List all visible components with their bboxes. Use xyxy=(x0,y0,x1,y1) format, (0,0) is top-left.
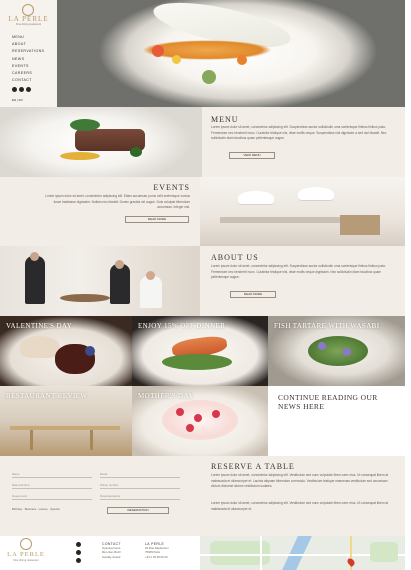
continue-reading-link[interactable]: CONTINUE READING OUR NEWS HERE xyxy=(278,393,398,411)
reserve-text-1: Lorem ipsum dolor sit amet, consectetur … xyxy=(211,473,389,489)
map-pin-icon[interactable] xyxy=(346,557,356,567)
footer-logo-emblem-icon xyxy=(20,538,32,550)
nav-item-contact[interactable]: CONTACT xyxy=(12,77,44,84)
tile-title: ENJOY 15% OFF DINNER xyxy=(138,322,226,330)
events-section: EVENTS Lorem ipsum dolor sit amet, conse… xyxy=(0,177,200,246)
footer-brand-tagline: Fine dining restaurant xyxy=(13,559,39,562)
instagram-icon[interactable] xyxy=(19,87,24,92)
footer-address: LA PERLE 24 Rue Daubenton 75005 Paris +3… xyxy=(145,542,168,559)
notes-field[interactable]: Notes/questions xyxy=(100,494,180,500)
footer-instagram-icon[interactable] xyxy=(76,550,81,555)
footer-contact-line: Sunday closed xyxy=(102,554,121,559)
news-tile-review[interactable]: RESTAURANT REVIEW xyxy=(0,386,132,456)
date-time-field[interactable]: Date and time xyxy=(12,483,92,489)
team-photo-image xyxy=(0,246,200,316)
name-field[interactable]: Name xyxy=(12,472,92,478)
nav-item-about[interactable]: ABOUT xyxy=(12,41,44,48)
view-menu-button[interactable]: VIEW MENU xyxy=(229,152,275,159)
main-nav: MENU ABOUT RESERVATIONS NEWS EVENTS CARE… xyxy=(12,34,44,84)
footer-contact: CONTACT Opening hours Mon-Sat 18-23 Sund… xyxy=(102,542,121,559)
tile-title: MOTHER'S DAY xyxy=(138,392,194,400)
menu-dish-image xyxy=(0,107,202,177)
tripadvisor-icon[interactable] xyxy=(26,87,31,92)
footer-address-line: +33 1 45 00 00 00 xyxy=(145,554,168,559)
occasion-radio-group[interactable]: Birthday · Business · Leisure · Special xyxy=(12,507,102,513)
phone-field[interactable]: Phone number xyxy=(100,483,180,489)
language-switcher[interactable]: EN | FR xyxy=(12,98,23,102)
news-tile-fish-tartare[interactable]: FISH TARTARE WITH WASABI xyxy=(268,316,405,386)
guest-count-field[interactable]: Guest count xyxy=(12,494,92,500)
events-text: Lorem ipsum dolor sit amet, consectetur … xyxy=(45,194,190,210)
events-read-more-button[interactable]: READ MORE xyxy=(125,216,189,223)
news-tile-valentines[interactable]: VALENTINE'S DAY xyxy=(0,316,132,386)
about-read-more-button[interactable]: READ MORE xyxy=(230,291,276,298)
about-section: ABOUT US Lorem ipsum dolor sit amet, con… xyxy=(200,246,405,316)
reservation-submit-button[interactable]: RESERVATION xyxy=(107,507,169,514)
events-interior-image xyxy=(200,177,405,246)
location-map[interactable] xyxy=(200,536,405,570)
nav-item-reservations[interactable]: RESERVATIONS xyxy=(12,48,44,55)
footer-tripadvisor-icon[interactable] xyxy=(76,558,81,563)
sidebar: LA PERLE Fine dining restaurant MENU ABO… xyxy=(0,0,57,107)
about-heading: ABOUT US xyxy=(211,253,259,262)
tile-title: RESTAURANT REVIEW xyxy=(6,392,88,400)
facebook-icon[interactable] xyxy=(12,87,17,92)
nav-item-careers[interactable]: CAREERS xyxy=(12,70,44,77)
footer-brand-name[interactable]: LA PERLE xyxy=(5,551,47,558)
reserve-text-2: Lorem ipsum dolor sit amet, consectetur … xyxy=(211,501,389,511)
footer-facebook-icon[interactable] xyxy=(76,542,81,547)
menu-text: Lorem ipsum dolor sit amet, consectetur … xyxy=(211,125,387,141)
brand-tagline: Fine dining restaurant xyxy=(15,23,42,26)
news-tile-discount[interactable]: ENJOY 15% OFF DINNER xyxy=(132,316,268,386)
tile-title: VALENTINE'S DAY xyxy=(6,322,73,330)
email-field[interactable]: Email xyxy=(100,472,180,478)
nav-item-menu[interactable]: MENU xyxy=(12,34,44,41)
menu-heading: MENU xyxy=(211,115,239,124)
footer-contact-line: Mon-Sat 18-23 xyxy=(102,550,121,555)
news-continue-tile[interactable]: CONTINUE READING OUR NEWS HERE xyxy=(268,386,405,456)
menu-section: MENU Lorem ipsum dolor sit amet, consect… xyxy=(202,107,405,177)
about-text: Lorem ipsum dolor sit amet, consectetur … xyxy=(211,264,387,280)
reserve-heading: RESERVE A TABLE xyxy=(211,462,295,471)
brand-name[interactable]: LA PERLE xyxy=(5,15,52,23)
reservation-section: Name Email Date and time Phone number Gu… xyxy=(0,456,405,536)
nav-item-news[interactable]: NEWS xyxy=(12,56,44,63)
tile-title: FISH TARTARE WITH WASABI xyxy=(274,322,380,330)
hero-dish-image xyxy=(57,0,405,107)
footer: LA PERLE Fine dining restaurant CONTACT … xyxy=(0,536,200,570)
events-heading: EVENTS xyxy=(153,183,190,192)
news-tile-mothers-day[interactable]: MOTHER'S DAY xyxy=(132,386,268,456)
nav-item-events[interactable]: EVENTS xyxy=(12,63,44,70)
